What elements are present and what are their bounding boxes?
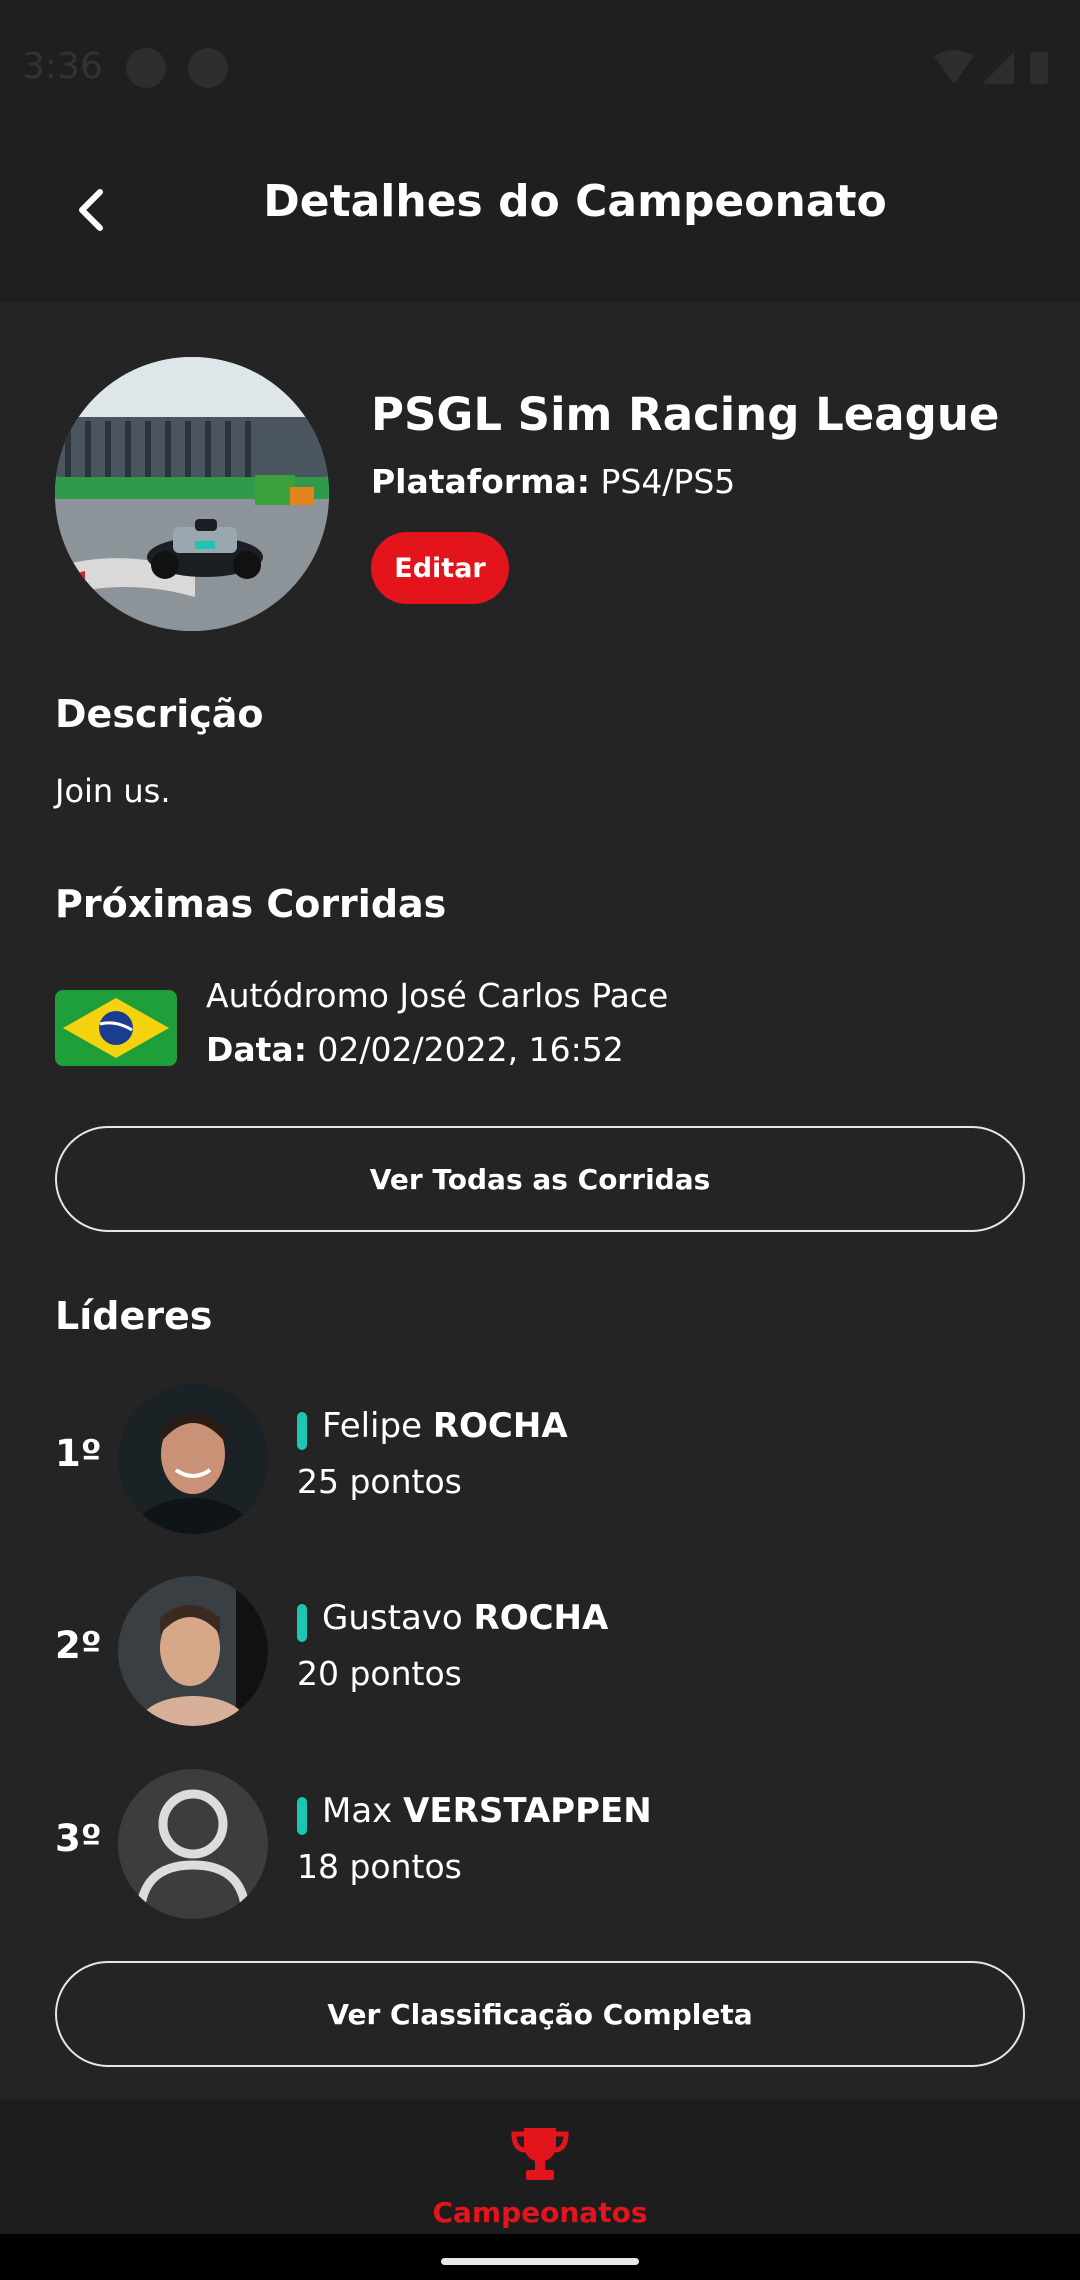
notification-icon — [188, 48, 228, 88]
app-bar: Detalhes do Campeonato — [0, 128, 1080, 302]
leader-last-name: ROCHA — [432, 1406, 568, 1446]
system-status-icons — [934, 50, 1048, 84]
description-text: Join us. — [55, 772, 171, 810]
race-date-value: 02/02/2022, 16:52 — [317, 1030, 624, 1069]
leader-points: 18 pontos — [297, 1847, 462, 1886]
leader-first-name: Gustavo — [322, 1598, 463, 1638]
league-name: PSGL Sim Racing League — [371, 388, 1000, 441]
leader-avatar — [118, 1384, 268, 1534]
default-avatar-icon — [118, 1769, 268, 1919]
leaders-title: Líderes — [55, 1294, 213, 1338]
team-color-bar — [297, 1604, 307, 1642]
all-races-button[interactable]: Ver Todas as Corridas — [55, 1126, 1025, 1232]
gesture-area — [0, 2234, 1080, 2280]
edit-button[interactable]: Editar — [371, 532, 509, 604]
full-standings-button[interactable]: Ver Classificação Completa — [55, 1961, 1025, 2067]
leader-first-name: Felipe — [322, 1406, 423, 1446]
upcoming-races-title: Próximas Corridas — [55, 882, 447, 926]
leader-name: Max VERSTAPPEN — [322, 1791, 652, 1831]
team-color-bar — [297, 1412, 307, 1450]
leader-avatar — [118, 1576, 268, 1726]
nav-label: Campeonatos — [432, 2196, 648, 2229]
race-date: Data: 02/02/2022, 16:52 — [206, 1030, 624, 1069]
nav-item-championships[interactable]: Campeonatos — [400, 2100, 680, 2234]
leader-first-name: Max — [322, 1791, 393, 1831]
notification-icon — [126, 48, 166, 88]
league-image — [55, 357, 329, 631]
platform-value: PS4/PS5 — [600, 462, 736, 501]
platform-label: Plataforma: — [371, 462, 590, 501]
team-color-bar — [297, 1797, 307, 1835]
bottom-nav: Campeonatos — [0, 2100, 1080, 2234]
home-gesture-bar[interactable] — [441, 2258, 639, 2265]
leader-points: 25 pontos — [297, 1462, 462, 1501]
race-name: Autódromo José Carlos Pace — [206, 976, 669, 1015]
leader-last-name: VERSTAPPEN — [403, 1791, 652, 1831]
leader-name: Felipe ROCHA — [322, 1406, 568, 1446]
race-date-label: Data: — [206, 1030, 307, 1069]
page-title: Detalhes do Campeonato — [263, 176, 887, 227]
trophy-icon — [511, 2128, 569, 2180]
leader-position: 3º — [55, 1817, 102, 1860]
brazil-flag-icon — [55, 990, 177, 1066]
leader-position: 1º — [55, 1432, 102, 1475]
leader-points: 20 pontos — [297, 1654, 462, 1693]
leader-position: 2º — [55, 1624, 102, 1667]
leader-last-name: ROCHA — [473, 1598, 609, 1638]
description-title: Descrição — [55, 692, 264, 736]
status-time: 3:36 — [22, 46, 103, 87]
platform-info: Plataforma: PS4/PS5 — [371, 462, 735, 501]
leader-name: Gustavo ROCHA — [322, 1598, 608, 1638]
status-bar: 3:36 — [0, 0, 1080, 128]
